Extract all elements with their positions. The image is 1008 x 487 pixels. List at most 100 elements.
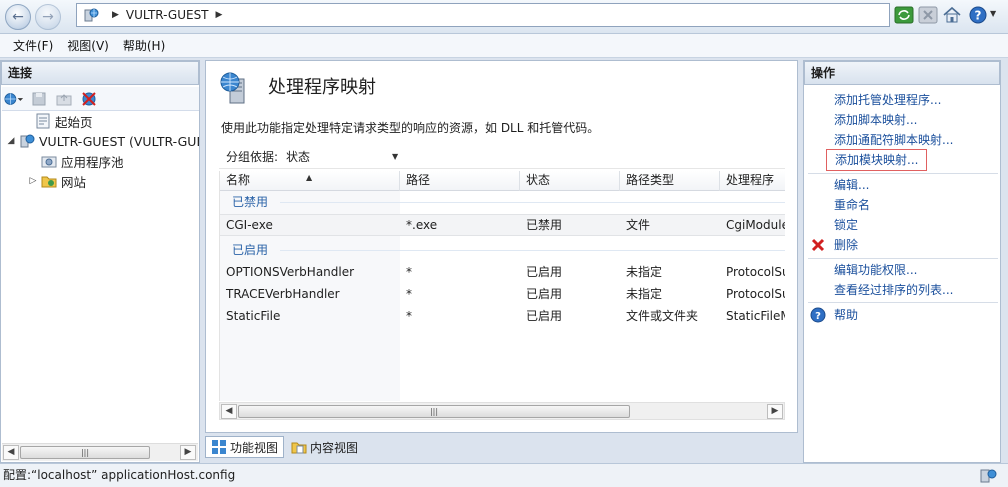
action-help[interactable]: 帮助 — [834, 306, 858, 324]
feature-description: 使用此功能指定处理特定请求类型的响应的资源，如 DLL 和托管代码。 — [221, 121, 600, 135]
app-pool-icon — [41, 156, 57, 168]
action-add-wildcard-script-map[interactable]: 添加通配符脚本映射... — [834, 131, 953, 149]
network-status-icon — [980, 469, 997, 483]
tree-node-label: 网站 — [61, 174, 87, 190]
action-add-module-mapping[interactable]: 添加模块映射... — [826, 149, 928, 171]
svg-text:?: ? — [975, 9, 982, 23]
cell-name: TRACEVerbHandler — [226, 287, 340, 301]
actions-title: 操作 — [804, 61, 1000, 85]
table-row[interactable]: OPTIONSVerbHandler * 已启用 未指定 ProtocolSup… — [220, 262, 785, 284]
group-header-disabled[interactable]: 已禁用 — [220, 192, 785, 212]
group-by-bar: 分组依据: 状态 ▼ — [219, 145, 785, 169]
chevron-down-icon[interactable]: ▼ — [392, 152, 398, 161]
sort-ascending-icon: ▲ — [306, 173, 313, 182]
cell-path: *.exe — [406, 218, 438, 232]
menu-file[interactable]: 文件(F) — [6, 37, 60, 54]
tree-node-server[interactable]: ◢ VULTR-GUEST (VULTR-GUEST\Administrator… — [5, 131, 199, 151]
actions-panel: 操作 添加托管处理程序... 添加脚本映射... 添加通配符脚本映射... 添加… — [803, 60, 1001, 463]
home-icon[interactable] — [942, 5, 962, 25]
help-icon[interactable]: ? — [968, 5, 988, 25]
column-header-handler[interactable]: 处理程序 — [720, 171, 785, 191]
forward-arrow-icon[interactable]: → — [35, 4, 61, 30]
column-header-label: 名称 — [226, 173, 251, 187]
cell-path: * — [406, 265, 412, 279]
connections-title: 连接 — [1, 61, 199, 85]
status-text: 配置:“localhost” applicationHost.config — [3, 468, 236, 482]
stop-icon[interactable] — [918, 5, 938, 25]
breadcrumb-separator-icon[interactable]: ▶ — [216, 10, 223, 20]
refresh-icon[interactable] — [894, 5, 914, 25]
action-rename[interactable]: 重命名 — [834, 196, 870, 214]
menu-bar: 文件(F) 视图(V) 帮助(H) — [0, 34, 1008, 58]
group-header-enabled[interactable]: 已启用 — [220, 240, 785, 260]
help-icon[interactable]: ? — [810, 307, 826, 323]
table-row[interactable]: CGI-exe *.exe 已禁用 文件 CgiModule — [220, 214, 785, 236]
tree-node-start-page[interactable]: 起始页 — [21, 111, 93, 131]
back-arrow-icon[interactable]: ← — [5, 4, 31, 30]
action-add-script-map[interactable]: 添加脚本映射... — [834, 111, 917, 129]
delete-icon[interactable] — [810, 237, 826, 253]
connections-horizontal-scrollbar[interactable]: ◀ ||| ▶ — [2, 443, 198, 461]
tree-expander[interactable]: ▷ — [27, 176, 39, 186]
table-row[interactable]: TRACEVerbHandler * 已启用 未指定 ProtocolSuppo… — [220, 284, 785, 306]
scrollbar-thumb[interactable]: ||| — [238, 405, 630, 418]
svg-text:?: ? — [815, 311, 821, 322]
connections-tree: 起始页 ◢ VULTR-GUEST (VULTR-GUEST\Administr… — [1, 111, 199, 441]
server-icon — [20, 134, 35, 148]
scroll-right-arrow-icon[interactable]: ▶ — [180, 445, 196, 460]
cell-name: CGI-exe — [226, 218, 273, 232]
tab-features-view[interactable]: 功能视图 — [205, 436, 285, 458]
column-header-path-type[interactable]: 路径类型 — [620, 171, 720, 191]
features-view-icon — [212, 440, 226, 454]
tree-node-label: 应用程序池 — [61, 154, 124, 170]
scroll-left-arrow-icon[interactable]: ◀ — [221, 404, 237, 419]
help-dropdown-icon[interactable]: ▼ — [990, 9, 996, 18]
breadcrumb-separator-icon: ▶ — [112, 10, 119, 20]
tree-expander[interactable]: ◢ — [5, 136, 17, 146]
action-lock[interactable]: 锁定 — [834, 216, 858, 234]
group-by-select[interactable]: 状态 — [286, 148, 392, 165]
cell-path: * — [406, 309, 412, 323]
scroll-right-arrow-icon[interactable]: ▶ — [767, 404, 783, 419]
cell-state: 已启用 — [526, 287, 563, 301]
breadcrumb-server[interactable]: VULTR-GUEST — [126, 8, 209, 22]
table-row[interactable]: StaticFile * 已启用 文件或文件夹 StaticFileModule — [220, 306, 785, 328]
scroll-left-arrow-icon[interactable]: ◀ — [3, 445, 19, 460]
scrollbar-thumb[interactable]: ||| — [20, 446, 150, 459]
action-view-ordered-list[interactable]: 查看经过排序的列表... — [834, 281, 953, 299]
group-label: 已启用 — [232, 243, 269, 257]
cell-state: 已启用 — [526, 265, 563, 279]
tab-content-view[interactable]: 内容视图 — [286, 436, 363, 458]
save-icon[interactable] — [29, 90, 49, 108]
menu-help[interactable]: 帮助(H) — [116, 37, 172, 54]
column-header-state[interactable]: 状态 — [520, 171, 620, 191]
action-edit[interactable]: 编辑... — [834, 176, 869, 194]
up-folder-icon[interactable] — [54, 90, 74, 108]
column-header-path[interactable]: 路径 — [400, 171, 520, 191]
tree-node-app-pools[interactable]: 应用程序池 — [27, 151, 124, 171]
handler-mappings-grid: 名称 ▲ 路径 状态 路径类型 处理程序 已禁用 CGI-exe *.exe 已… — [219, 171, 785, 401]
page-title: 处理程序映射 — [268, 77, 376, 98]
cell-path-type: 未指定 — [626, 287, 663, 301]
action-add-managed-handler[interactable]: 添加托管处理程序... — [834, 91, 941, 109]
grid-horizontal-scrollbar[interactable]: ◀ ||| ▶ — [219, 402, 785, 420]
menu-view[interactable]: 视图(V) — [60, 37, 116, 54]
column-header-name[interactable]: 名称 ▲ — [220, 171, 400, 191]
cell-state: 已禁用 — [526, 218, 563, 232]
cell-handler: CgiModule — [726, 218, 785, 232]
disconnect-icon[interactable] — [79, 90, 99, 108]
address-bar[interactable]: ▶ VULTR-GUEST ▶ — [76, 3, 890, 27]
cell-path-type: 文件或文件夹 — [626, 309, 699, 323]
cell-path-type: 未指定 — [626, 265, 663, 279]
connect-icon[interactable] — [4, 90, 24, 108]
action-delete[interactable]: 删除 — [834, 236, 858, 254]
action-edit-feature-permissions[interactable]: 编辑功能权限... — [834, 261, 917, 279]
cell-path-type: 文件 — [626, 218, 651, 232]
cell-handler: StaticFileModule — [726, 309, 785, 323]
start-page-icon — [36, 113, 50, 129]
handler-mappings-icon — [220, 72, 245, 104]
tab-label: 功能视图 — [230, 440, 279, 455]
tree-node-sites[interactable]: ▷ 网站 — [27, 171, 86, 191]
view-tabs: 功能视图 内容视图 — [205, 434, 365, 460]
cell-name: StaticFile — [226, 309, 281, 323]
